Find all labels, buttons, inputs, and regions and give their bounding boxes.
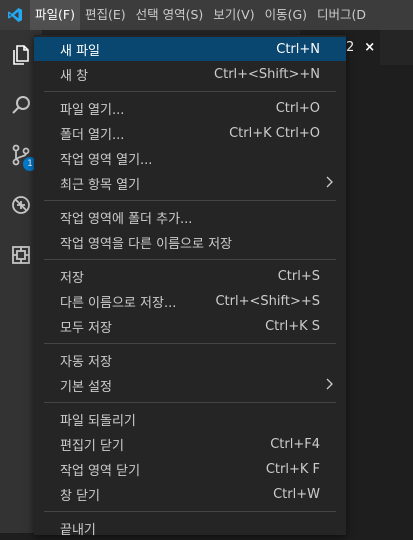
menu-item-label: 끝내기: [60, 522, 96, 538]
menu-item-shortcut: Ctrl+<Shift>+N: [214, 66, 320, 82]
menu-item-open-recent[interactable]: 최근 항목 열기: [34, 171, 346, 195]
menu-item-label: 파일 되돌리기: [60, 413, 136, 429]
menu-item-save-all[interactable]: 모두 저장 Ctrl+K S: [34, 314, 346, 338]
menu-selection[interactable]: 선택 영역(S): [131, 0, 209, 30]
menu-item-label: 자동 저장: [60, 354, 112, 370]
tab-label: 2: [346, 40, 355, 55]
menu-item-label: 작업 영역을 다른 이름으로 저장: [60, 236, 233, 252]
menu-edit[interactable]: 편집(E): [80, 0, 131, 30]
menu-item-save-as[interactable]: 다른 이름으로 저장... Ctrl+<Shift>+S: [34, 289, 346, 313]
menu-item-preferences[interactable]: 기본 설정: [34, 373, 346, 397]
menu-item-shortcut: Ctrl+<Shift>+S: [215, 293, 320, 309]
menu-debug[interactable]: 디버그(D: [312, 0, 371, 30]
menu-item-shortcut: Ctrl+K Ctrl+O: [229, 125, 320, 141]
menu-item-label: 저장: [60, 270, 84, 286]
menu-item-open-folder[interactable]: 폴더 열기... Ctrl+K Ctrl+O: [34, 121, 346, 145]
menu-item-shortcut: Ctrl+K F: [265, 461, 320, 477]
menu-item-shortcut: Ctrl+K S: [265, 318, 320, 334]
menu-item-open-file[interactable]: 파일 열기... Ctrl+O: [34, 96, 346, 120]
menu-item-label: 작업 영역 닫기: [60, 463, 141, 479]
menu-item-label: 파일 열기...: [60, 102, 125, 118]
menu-item-add-folder-to-workspace[interactable]: 작업 영역에 폴더 추가...: [34, 205, 346, 229]
menu-separator: [44, 343, 336, 344]
menu-item-exit[interactable]: 끝내기: [34, 516, 346, 540]
menu-item-shortcut: Ctrl+W: [273, 486, 320, 502]
menu-separator: [44, 200, 336, 201]
menu-bar: 파일(F) 편집(E) 선택 영역(S) 보기(V) 이동(G) 디버그(D: [0, 0, 413, 30]
menu-item-label: 최근 항목 열기: [60, 177, 141, 193]
menu-item-label: 작업 영역 열기...: [60, 152, 153, 168]
menu-separator: [44, 259, 336, 260]
menu-item-label: 편집기 닫기: [60, 438, 124, 454]
menu-item-new-window[interactable]: 새 창 Ctrl+<Shift>+N: [34, 62, 346, 86]
menu-go[interactable]: 이동(G): [260, 0, 312, 30]
menu-item-label: 모두 저장: [60, 320, 112, 336]
menu-item-label: 기본 설정: [60, 379, 112, 395]
menu-item-save-workspace-as[interactable]: 작업 영역을 다른 이름으로 저장: [34, 230, 346, 254]
menu-item-close-window[interactable]: 창 닫기 Ctrl+W: [34, 482, 346, 506]
menu-item-close-editor[interactable]: 편집기 닫기 Ctrl+F4: [34, 432, 346, 456]
vscode-logo-icon[interactable]: [0, 0, 30, 30]
close-icon[interactable]: ×: [364, 40, 375, 55]
menu-item-save[interactable]: 저장 Ctrl+S: [34, 264, 346, 288]
menu-item-label: 새 파일: [60, 43, 101, 59]
chevron-right-icon: [324, 377, 334, 395]
chevron-right-icon: [324, 175, 334, 193]
menu-item-label: 창 닫기: [60, 488, 101, 504]
menu-item-shortcut: Ctrl+S: [277, 268, 320, 284]
menu-item-label: 작업 영역에 폴더 추가...: [60, 211, 193, 227]
menu-item-label: 다른 이름으로 저장...: [60, 295, 177, 311]
menu-item-auto-save[interactable]: 자동 저장: [34, 348, 346, 372]
menu-item-shortcut: Ctrl+F4: [270, 436, 320, 452]
menu-item-shortcut: Ctrl+N: [276, 41, 320, 57]
menu-item-open-workspace[interactable]: 작업 영역 열기...: [34, 146, 346, 170]
menu-item-label: 새 창: [60, 68, 89, 84]
menu-item-new-file[interactable]: 새 파일 Ctrl+N: [34, 37, 346, 61]
menu-item-revert-file[interactable]: 파일 되돌리기: [34, 407, 346, 431]
menu-view[interactable]: 보기(V): [208, 0, 259, 30]
menu-separator: [44, 402, 336, 403]
menu-separator: [44, 511, 336, 512]
menu-file[interactable]: 파일(F): [30, 0, 80, 30]
file-menu-dropdown: 새 파일 Ctrl+N 새 창 Ctrl+<Shift>+N 파일 열기... …: [34, 35, 346, 538]
menu-separator: [44, 91, 336, 92]
menu-item-close-workspace[interactable]: 작업 영역 닫기 Ctrl+K F: [34, 457, 346, 481]
menu-item-label: 폴더 열기...: [60, 127, 125, 143]
menu-item-shortcut: Ctrl+O: [275, 100, 320, 116]
